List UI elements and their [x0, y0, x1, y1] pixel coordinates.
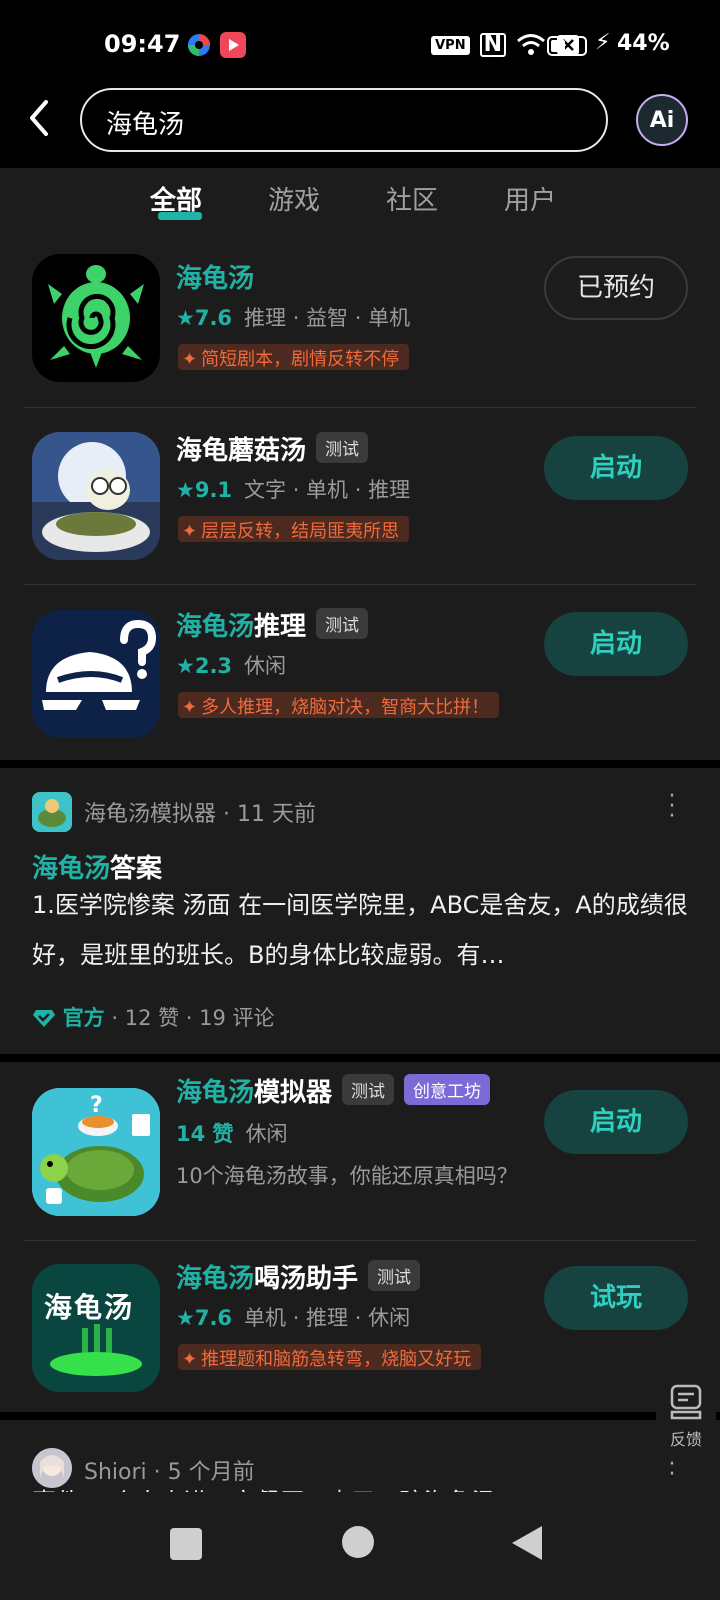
app-title: 海龟蘑菇汤 测试 [176, 430, 369, 467]
section-separator [0, 1054, 720, 1062]
charging-icon: ⚡ [595, 30, 611, 55]
rating: ★7.6 [176, 1306, 233, 1330]
app-meta: 14 赞休闲 [176, 1122, 288, 1146]
workshop-badge: 创意工坊 [404, 1074, 491, 1105]
divider [24, 407, 696, 408]
try-button[interactable]: 试玩 [544, 1266, 688, 1330]
nfc-icon: N [479, 33, 506, 57]
app-meta: ★7.6 推理 · 益智 · 单机 [176, 306, 411, 330]
test-badge: 测试 [368, 1260, 421, 1291]
app-result-item[interactable]: 海龟汤 ★7.6 推理 · 益智 · 单机 ✦ 简短剧本，剧情反转不停 已预约 [0, 240, 720, 410]
app-result-item[interactable]: 海龟汤 海龟汤喝汤助手 测试 ★7.6 单机 · 推理 · 休闲 ✦ 推理题和脑筋急转… [0, 1244, 720, 1414]
tab-users[interactable]: 用户 [504, 180, 556, 217]
likes-count: 14 赞 [176, 1122, 234, 1146]
ai-assistant-button[interactable]: Ai [636, 94, 688, 146]
soup-helper-icon[interactable]: 海龟汤 [32, 1264, 160, 1392]
app-meta: ★2.3 休闲 [176, 654, 287, 678]
test-badge: 测试 [316, 608, 369, 639]
official-verified-icon [33, 1010, 55, 1027]
launch-button[interactable]: 启动 [544, 1090, 688, 1154]
sparkle-icon: ✦ [182, 349, 198, 370]
svg-text:?: ? [90, 1093, 103, 1118]
section-separator [0, 760, 720, 768]
section-separator [0, 1412, 720, 1420]
rating: ★9.1 [176, 478, 233, 502]
app-tagline: ✦ 推理题和脑筋急转弯，烧脑又好玩 [178, 1344, 482, 1370]
sparkle-icon: ✦ [182, 1349, 198, 1370]
divider [24, 584, 696, 585]
tab-community[interactable]: 社区 [386, 180, 438, 217]
feedback-label: 反馈 [669, 1430, 702, 1449]
vpn-icon: VPN [431, 35, 470, 55]
icon-text: 海龟汤 [44, 1291, 135, 1324]
post-footer: 官方 · 12 赞 · 19 评论 [32, 1002, 275, 1032]
app-title: 海龟汤喝汤助手 测试 [176, 1258, 421, 1295]
reasoning-turtle-game-icon[interactable] [32, 610, 160, 738]
result-tabs: 全部 游戏 社区 用户 [0, 168, 720, 232]
app-notification-icon [188, 34, 210, 56]
feedback-button[interactable]: 反馈 [656, 1380, 716, 1460]
status-time: 09:47 [104, 30, 181, 58]
app-result-item[interactable]: 海龟汤推理 测试 ★2.3 休闲 ✦ 多人推理，烧脑对决，智商大比拼！ 启动 [0, 592, 720, 762]
search-input[interactable]: 海龟汤 [80, 88, 608, 152]
launch-button[interactable]: 启动 [544, 436, 688, 500]
home-button[interactable] [342, 1526, 374, 1558]
wifi-icon [517, 34, 545, 55]
divider [24, 1240, 696, 1241]
mushroom-turtle-game-icon[interactable] [32, 432, 160, 560]
status-bar: 09:47 VPN N ⚡ 44% [0, 0, 720, 88]
battery-icon [547, 36, 587, 56]
battery-percent: 44% [617, 31, 670, 56]
turtle-game-icon[interactable] [32, 254, 160, 382]
app-title: 海龟汤推理 测试 [176, 606, 369, 643]
app-tagline: ✦ 层层反转，结局匪夷所思 [178, 516, 410, 542]
app-title: 海龟汤模拟器 测试 创意工坊 [176, 1072, 491, 1109]
active-tab-indicator [158, 212, 202, 220]
post-author-meta[interactable]: 海龟汤模拟器 · 11 天前 [84, 796, 316, 828]
recent-apps-button[interactable] [170, 1528, 202, 1560]
turtle-simulator-icon[interactable]: ? [32, 1088, 160, 1216]
app-tagline: ✦ 简短剧本，剧情反转不停 [178, 344, 410, 370]
author-avatar[interactable] [32, 792, 72, 832]
app-title: 海龟汤 [176, 264, 255, 294]
reserved-button[interactable]: 已预约 [544, 256, 688, 320]
tab-games[interactable]: 游戏 [268, 180, 320, 217]
launch-button[interactable]: 启动 [544, 612, 688, 676]
post-body: 1.医学院惨案 汤面 在一间医学院里，ABC是舍友，A的成绩很好，是班里的班长。… [32, 891, 688, 969]
test-badge: 测试 [342, 1074, 395, 1105]
app-meta: ★7.6 单机 · 推理 · 休闲 [176, 1306, 411, 1330]
back-arrow-icon[interactable] [22, 96, 58, 140]
sparkle-icon: ✦ [182, 521, 198, 542]
system-nav-bar [0, 1492, 720, 1600]
search-query: 海龟汤 [106, 110, 185, 140]
sparkle-icon: ✦ [182, 697, 198, 718]
app-meta: ★9.1 文字 · 单机 · 推理 [176, 478, 411, 502]
app-tagline: ✦ 多人推理，烧脑对决，智商大比拼！ [178, 692, 500, 718]
app-description: 10个海龟汤故事，你能还原真相吗？ [176, 1164, 518, 1188]
rating: ★2.3 [176, 654, 233, 678]
app-result-item[interactable]: ? 海龟汤模拟器 测试 创意工坊 14 赞休闲 10个海龟汤故事，你能还原真相吗？ … [0, 1062, 720, 1238]
more-options-icon[interactable]: ··· [662, 786, 682, 828]
community-post[interactable]: 海龟汤模拟器 · 11 天前 · · · 海龟汤答案 1.医学院惨案 汤面 在一间医… [0, 768, 720, 1054]
search-header: 海龟汤 Ai [0, 88, 720, 168]
video-app-icon [220, 32, 246, 58]
test-badge: 测试 [316, 432, 369, 463]
feedback-icon [670, 1384, 702, 1420]
ai-label: Ai [649, 107, 675, 133]
app-result-item[interactable]: 海龟蘑菇汤 测试 ★9.1 文字 · 单机 · 推理 ✦ 层层反转，结局匪夷所思 启动 [0, 416, 720, 586]
back-button[interactable] [512, 1526, 542, 1560]
rating: ★7.6 [176, 306, 233, 330]
